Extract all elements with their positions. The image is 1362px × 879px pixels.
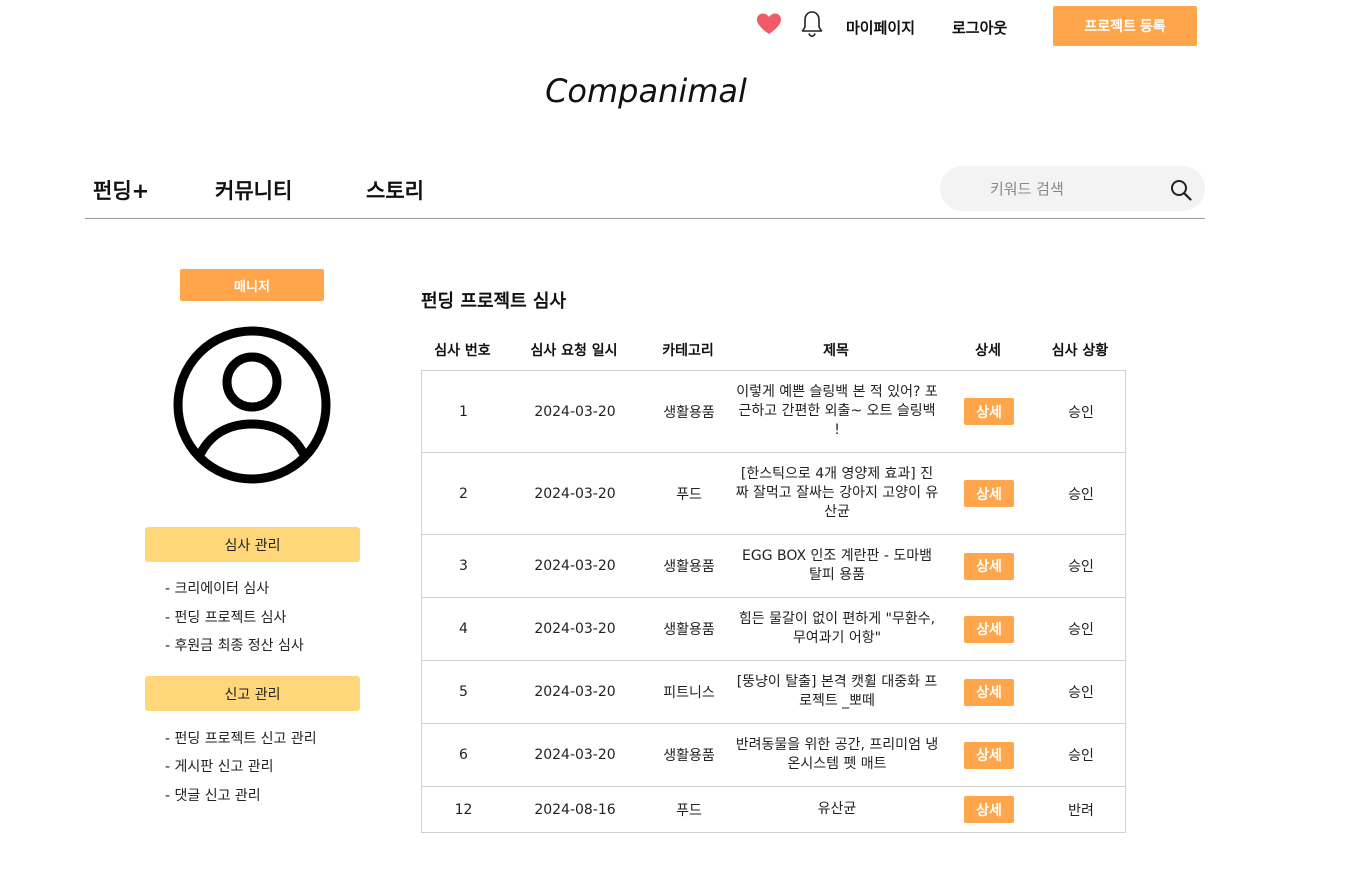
project-register-button[interactable]: 프로젝트 등록 <box>1053 6 1197 46</box>
cell-status: 승인 <box>1068 748 1094 764</box>
nav-funding[interactable]: 펀딩+ <box>93 175 149 205</box>
review-table: 1 2024-03-20 생활용품 이렇게 예쁜 슬링백 본 적 있어? 포근하… <box>421 370 1126 833</box>
board-report-link[interactable]: - 게시판 신고 관리 <box>165 756 274 776</box>
cell-detail: 상세 <box>941 661 1037 723</box>
page: 마이페이지 로그아웃 프로젝트 등록 Companimal 펀딩+ 커뮤니티 스… <box>0 0 1362 879</box>
table-row: 2 2024-03-20 푸드 [한스틱으로 4개 영양제 효과] 진짜 잘먹고… <box>422 453 1125 535</box>
cell-detail: 상세 <box>941 371 1037 452</box>
funding-project-review-link[interactable]: - 펀딩 프로젝트 심사 <box>165 607 286 627</box>
cell-title: 유산균 <box>817 801 857 817</box>
search-box <box>940 166 1205 211</box>
cell-detail: 상세 <box>941 787 1037 832</box>
cell-status: 승인 <box>1068 622 1094 638</box>
nav-community[interactable]: 커뮤니티 <box>215 175 292 205</box>
cell-category: 생활용품 <box>663 559 715 575</box>
bell-icon[interactable] <box>800 10 824 38</box>
cell-title: 힘든 물갈이 없이 편하게 "무환수,무여과기 어항" <box>738 611 936 646</box>
cell-category: 피트니스 <box>663 685 715 701</box>
cell-status: 승인 <box>1068 685 1094 701</box>
table-row: 12 2024-08-16 푸드 유산균 상세 반려 <box>422 787 1125 832</box>
review-management-header[interactable]: 심사 관리 <box>145 527 360 562</box>
cell-title: 이렇게 예쁜 슬링백 본 적 있어? 포근하고 간편한 외출~ 오트 슬링백 ! <box>736 384 938 438</box>
project-report-link[interactable]: - 펀딩 프로젝트 신고 관리 <box>165 728 317 748</box>
cell-title: [한스틱으로 4개 영양제 효과] 진짜 잘먹고 잘싸는 강아지 고양이 유산균 <box>735 466 939 520</box>
cell-category: 푸드 <box>676 486 702 503</box>
cell-date: 2024-03-20 <box>534 684 616 700</box>
cell-no: 3 <box>459 558 468 574</box>
cell-date: 2024-03-20 <box>534 485 616 502</box>
cell-status: 승인 <box>1068 559 1094 575</box>
report-management-header[interactable]: 신고 관리 <box>145 676 360 711</box>
cell-date: 2024-03-20 <box>534 621 616 637</box>
user-avatar-icon <box>173 326 331 484</box>
column-header-status: 심사 상황 <box>1051 343 1109 359</box>
table-row: 3 2024-03-20 생활용품 EGG BOX 인조 계란판 - 도마뱀 탈… <box>422 535 1125 598</box>
site-logo[interactable]: Companimal <box>0 72 1292 110</box>
nav-story[interactable]: 스토리 <box>366 175 424 205</box>
table-row: 5 2024-03-20 피트니스 [뚱냥이 탈출] 본격 캣휠 대중화 프로젝… <box>422 661 1125 724</box>
detail-button[interactable]: 상세 <box>964 796 1014 823</box>
column-header-category: 카테고리 <box>662 343 714 359</box>
nav-divider <box>85 218 1205 219</box>
cell-no: 2 <box>459 485 468 502</box>
table-row: 4 2024-03-20 생활용품 힘든 물갈이 없이 편하게 "무환수,무여과… <box>422 598 1125 661</box>
cell-category: 생활용품 <box>663 748 715 764</box>
cell-detail: 상세 <box>941 724 1037 786</box>
cell-no: 5 <box>459 684 468 700</box>
creator-review-link[interactable]: - 크리에이터 심사 <box>165 578 269 598</box>
cell-no: 4 <box>459 621 468 637</box>
comment-report-link[interactable]: - 댓글 신고 관리 <box>165 785 261 805</box>
cell-category: 생활용품 <box>663 404 715 421</box>
cell-date: 2024-03-20 <box>534 558 616 574</box>
role-badge: 매니저 <box>180 269 324 301</box>
cell-category: 푸드 <box>676 802 702 819</box>
column-header-detail: 상세 <box>975 343 1001 359</box>
cell-title: [뚱냥이 탈출] 본격 캣휠 대중화 프로젝트 _뽀떼 <box>736 674 938 709</box>
table-row: 1 2024-03-20 생활용품 이렇게 예쁜 슬링백 본 적 있어? 포근하… <box>422 371 1125 453</box>
cell-title: 반려동물을 위한 공간, 프리미엄 냉온시스템 펫 매트 <box>735 737 939 772</box>
detail-button[interactable]: 상세 <box>964 741 1014 769</box>
cell-no: 6 <box>459 747 468 763</box>
table-row: 6 2024-03-20 생활용품 반려동물을 위한 공간, 프리미엄 냉온시스… <box>422 724 1125 787</box>
cell-date: 2024-03-20 <box>534 747 616 763</box>
cell-status: 승인 <box>1068 404 1094 421</box>
heart-icon[interactable] <box>756 12 782 36</box>
detail-button[interactable]: 상세 <box>964 480 1014 507</box>
cell-status: 반려 <box>1068 802 1094 819</box>
settlement-review-link[interactable]: - 후원금 최종 정산 심사 <box>165 635 304 655</box>
cell-detail: 상세 <box>941 453 1037 534</box>
cell-detail: 상세 <box>941 598 1037 660</box>
detail-button[interactable]: 상세 <box>964 615 1014 643</box>
mypage-link[interactable]: 마이페이지 <box>846 17 915 38</box>
cell-category: 생활용품 <box>663 622 715 638</box>
cell-date: 2024-08-16 <box>534 801 616 818</box>
column-header-title: 제목 <box>823 343 849 359</box>
detail-button[interactable]: 상세 <box>964 552 1014 580</box>
search-icon[interactable] <box>1170 179 1192 201</box>
cell-no: 1 <box>459 403 468 420</box>
cell-status: 승인 <box>1068 486 1094 503</box>
logout-link[interactable]: 로그아웃 <box>952 17 1007 38</box>
detail-button[interactable]: 상세 <box>964 678 1014 706</box>
cell-no: 12 <box>454 801 473 818</box>
search-input[interactable] <box>990 177 1150 201</box>
cell-title: EGG BOX 인조 계란판 - 도마뱀 탈피 용품 <box>742 548 932 583</box>
page-title: 펀딩 프로젝트 심사 <box>421 291 567 312</box>
column-header-date: 심사 요청 일시 <box>530 343 618 359</box>
column-header-no: 심사 번호 <box>434 343 491 359</box>
cell-detail: 상세 <box>941 535 1037 597</box>
cell-date: 2024-03-20 <box>534 403 616 420</box>
detail-button[interactable]: 상세 <box>964 398 1014 425</box>
